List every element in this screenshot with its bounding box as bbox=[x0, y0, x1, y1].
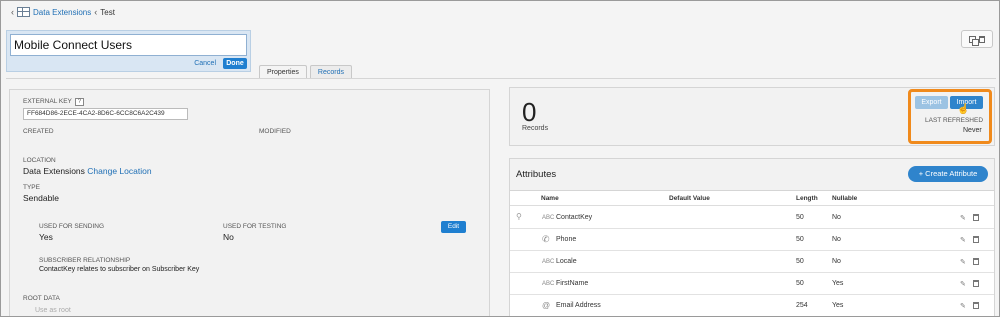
used-for-testing-label: USED FOR TESTING bbox=[223, 223, 287, 230]
cancel-button[interactable]: Cancel bbox=[194, 60, 216, 67]
table-row[interactable]: ABC FirstName 50 Yes ✎ bbox=[510, 273, 994, 295]
trash-icon[interactable] bbox=[973, 236, 979, 243]
tab-properties[interactable]: Properties bbox=[259, 65, 307, 78]
used-for-testing-value: No bbox=[223, 232, 234, 242]
external-key-label: EXTERNAL KEY? bbox=[23, 98, 84, 106]
attribute-length: 50 bbox=[796, 236, 804, 243]
text-type-icon: ABC bbox=[542, 259, 555, 265]
attribute-name: ContactKey bbox=[556, 214, 593, 221]
records-count: 0 bbox=[522, 97, 537, 127]
app-frame: ‹ Data Extensions ‹ Test Cancel Done Pro… bbox=[0, 0, 1000, 317]
used-for-sending-label: USED FOR SENDING bbox=[39, 223, 105, 230]
attribute-length: 254 bbox=[796, 302, 808, 309]
pencil-icon[interactable]: ✎ bbox=[960, 302, 966, 310]
use-as-root-option[interactable]: Use as root bbox=[35, 307, 71, 314]
chevron-left-icon: ‹ bbox=[94, 7, 98, 17]
column-header-length[interactable]: Length bbox=[796, 195, 818, 202]
help-icon[interactable]: ? bbox=[74, 98, 84, 106]
tab-bar: Properties Records bbox=[259, 65, 352, 78]
records-panel: 0 Records Export Import ☝ LAST REFRESHED… bbox=[509, 87, 995, 146]
title-input[interactable] bbox=[10, 34, 247, 56]
email-type-icon: @ bbox=[542, 301, 551, 310]
breadcrumb-data-extensions-link[interactable]: Data Extensions bbox=[33, 8, 91, 17]
trash-icon[interactable] bbox=[973, 280, 979, 287]
attribute-nullable: No bbox=[832, 236, 841, 243]
attribute-length: 50 bbox=[796, 280, 804, 287]
edit-button[interactable]: Edit bbox=[441, 221, 466, 233]
attribute-nullable: No bbox=[832, 258, 841, 265]
copy-icon[interactable] bbox=[969, 35, 979, 46]
export-button[interactable]: Export bbox=[915, 96, 948, 109]
external-key-label-text: EXTERNAL KEY bbox=[23, 98, 72, 105]
title-editor: Cancel Done bbox=[6, 30, 251, 72]
pencil-icon[interactable]: ✎ bbox=[960, 258, 966, 266]
attributes-panel: Attributes + Create Attribute Name Defau… bbox=[509, 158, 995, 316]
attribute-name: FirstName bbox=[556, 280, 589, 287]
key-icon: ⚲ bbox=[516, 212, 522, 221]
attribute-length: 50 bbox=[796, 258, 804, 265]
done-button[interactable]: Done bbox=[223, 58, 247, 69]
text-type-icon: ABC bbox=[542, 281, 555, 287]
trash-icon[interactable] bbox=[979, 35, 985, 43]
properties-panel: EXTERNAL KEY? FF684D86-2ECE-4CA2-8D6C-6C… bbox=[9, 89, 490, 316]
subscriber-relationship-label: SUBSCRIBER RELATIONSHIP bbox=[39, 257, 131, 264]
table-icon bbox=[17, 7, 30, 17]
breadcrumb: ‹ Data Extensions ‹ Test bbox=[11, 7, 115, 17]
cursor-icon: ☝ bbox=[957, 104, 970, 115]
table-row[interactable]: ABC Locale 50 No ✎ bbox=[510, 251, 994, 273]
modified-label: MODIFIED bbox=[259, 128, 291, 135]
create-attribute-button[interactable]: + Create Attribute bbox=[908, 166, 988, 182]
trash-icon[interactable] bbox=[973, 302, 979, 309]
text-type-icon: ABC bbox=[542, 215, 555, 221]
location-value: Data Extensions Change Location bbox=[23, 166, 152, 176]
attribute-nullable: Yes bbox=[832, 302, 844, 309]
table-row[interactable]: @ Email Address 254 Yes ✎ bbox=[510, 295, 994, 316]
attributes-title: Attributes bbox=[516, 169, 557, 180]
trash-icon[interactable] bbox=[973, 258, 979, 265]
column-header-default[interactable]: Default Value bbox=[669, 195, 710, 202]
attribute-name: Locale bbox=[556, 258, 577, 265]
attribute-name: Email Address bbox=[556, 302, 601, 309]
column-header-nullable[interactable]: Nullable bbox=[832, 195, 857, 202]
trash-icon[interactable] bbox=[973, 214, 979, 221]
attribute-length: 50 bbox=[796, 214, 804, 221]
attribute-name: Phone bbox=[556, 236, 577, 243]
change-location-link[interactable]: Change Location bbox=[87, 166, 151, 176]
used-for-sending-value: Yes bbox=[39, 232, 53, 242]
chevron-left-icon: ‹ bbox=[11, 7, 14, 17]
root-data-label: ROOT DATA bbox=[23, 295, 60, 302]
breadcrumb-current: Test bbox=[100, 7, 115, 17]
tab-records[interactable]: Records bbox=[309, 65, 352, 78]
type-value: Sendable bbox=[23, 193, 59, 203]
pencil-icon[interactable]: ✎ bbox=[960, 280, 966, 288]
top-actions bbox=[961, 30, 993, 48]
attribute-nullable: Yes bbox=[832, 280, 844, 287]
table-row[interactable]: ⚲ ABC ContactKey 50 No ✎ bbox=[510, 207, 994, 229]
header-divider bbox=[510, 205, 994, 206]
records-label: Records bbox=[522, 125, 549, 132]
last-refreshed-value: Never bbox=[963, 127, 982, 134]
last-refreshed-label: LAST REFRESHED bbox=[925, 117, 984, 124]
table-row[interactable]: ✆ Phone 50 No ✎ bbox=[510, 229, 994, 251]
pencil-icon[interactable]: ✎ bbox=[960, 236, 966, 244]
attributes-header: Attributes + Create Attribute bbox=[510, 159, 994, 191]
location-text: Data Extensions bbox=[23, 166, 85, 176]
tab-divider bbox=[6, 78, 996, 79]
attribute-nullable: No bbox=[832, 214, 841, 221]
external-key-field[interactable]: FF684D86-2ECE-4CA2-8D6C-6CC8C6A2C439 bbox=[23, 108, 188, 120]
created-label: CREATED bbox=[23, 128, 54, 135]
column-header-name[interactable]: Name bbox=[541, 195, 559, 202]
location-label: LOCATION bbox=[23, 157, 56, 164]
subscriber-relationship-value: ContactKey relates to subscriber on Subs… bbox=[39, 266, 200, 273]
type-label: TYPE bbox=[23, 184, 40, 191]
pencil-icon[interactable]: ✎ bbox=[960, 214, 966, 222]
phone-icon: ✆ bbox=[542, 234, 550, 244]
